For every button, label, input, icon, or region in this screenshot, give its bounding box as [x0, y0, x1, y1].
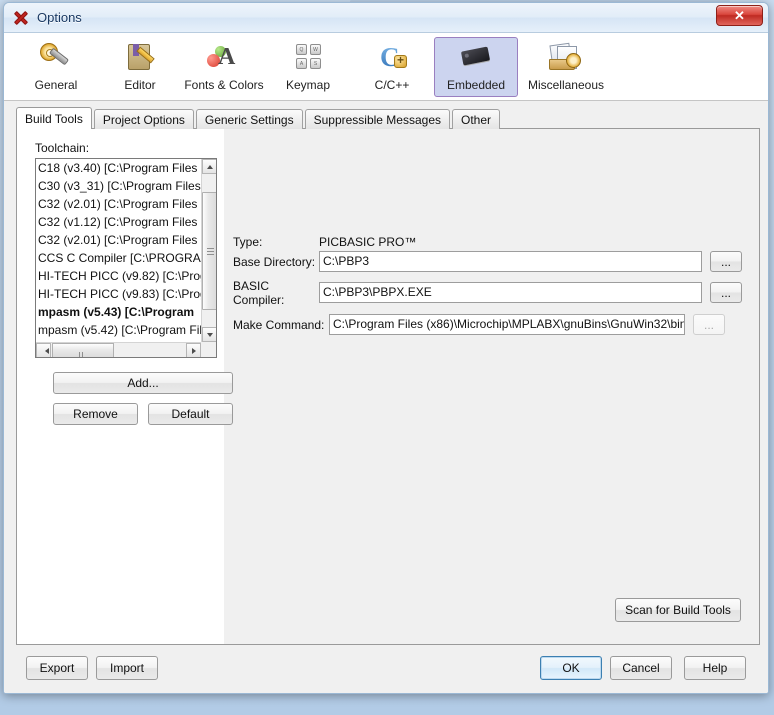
help-button[interactable]: Help	[684, 656, 746, 680]
toolbar-item-label: Keymap	[285, 78, 331, 92]
toolchain-label: Toolchain:	[35, 141, 90, 155]
type-value: PICBASIC PRO™	[319, 234, 417, 249]
toolbar-item-label: Embedded	[446, 78, 506, 92]
basic-compiler-label: BASIC Compiler:	[233, 278, 285, 307]
c-language-icon: C	[372, 42, 412, 75]
toolbar-item-label: C/C++	[374, 78, 410, 92]
remove-toolchain-button[interactable]: Remove	[53, 403, 138, 425]
ok-button[interactable]: OK	[540, 656, 602, 680]
build-tools-panel: Type: PICBASIC PRO™ Base Directory: C:\P…	[16, 128, 760, 645]
keyboard-keys-icon: QW AS	[288, 42, 328, 75]
toolbar-item-label: Fonts & Colors	[184, 78, 264, 92]
make-command-browse-button[interactable]: ...	[693, 314, 725, 335]
tab-strip-container: Build Tools Project Options Generic Sett…	[4, 101, 768, 129]
list-item[interactable]: HI-TECH PICC (v9.82) [C:\Progra	[36, 267, 201, 285]
tab-project-options[interactable]: Project Options	[93, 109, 194, 129]
basic-compiler-row: BASIC Compiler: C:\PBP3\PBPX.EXE ...	[233, 279, 742, 307]
options-dialog: Options ✕ General Editor A Fonts & Color…	[3, 2, 769, 694]
basic-compiler-input[interactable]: C:\PBP3\PBPX.EXE	[319, 282, 702, 303]
toolbar-item-editor[interactable]: Editor	[98, 37, 182, 97]
list-item[interactable]: C32 (v2.01) [C:\Program Files (x8	[36, 231, 201, 249]
make-command-label: Make Command:	[233, 317, 325, 332]
type-row: Type: PICBASIC PRO™	[233, 231, 416, 252]
scroll-down-button[interactable]	[202, 327, 216, 342]
book-pencil-icon	[120, 42, 160, 75]
list-item-selected[interactable]: PICBASIC PRO™ [C:\PBP3]	[36, 357, 201, 358]
list-horizontal-scrollbar[interactable]	[36, 342, 201, 357]
scroll-up-button[interactable]	[202, 159, 216, 174]
add-toolchain-button[interactable]: Add...	[53, 372, 233, 394]
basic-compiler-browse-button[interactable]: ...	[710, 282, 742, 303]
close-button[interactable]: ✕	[716, 5, 763, 26]
list-item[interactable]: C32 (v1.12) [C:\Program Files (x8	[36, 213, 201, 231]
window-title: Options	[37, 10, 82, 25]
red-x-icon	[13, 10, 29, 26]
toolbar-item-label: Editor	[124, 78, 156, 92]
toolchain-details-pane: Type: PICBASIC PRO™ Base Directory: C:\P…	[224, 129, 759, 644]
make-command-row: Make Command: C:\Program Files (x86)\Mic…	[233, 314, 725, 335]
toolbar-item-c-cpp[interactable]: C C/C++	[350, 37, 434, 97]
scroll-right-button[interactable]	[186, 343, 201, 357]
toolbar-item-keymap[interactable]: QW AS Keymap	[266, 37, 350, 97]
scrollbar-corner	[201, 342, 216, 357]
base-directory-browse-button[interactable]: ...	[710, 251, 742, 272]
title-bar: Options ✕	[4, 3, 768, 33]
font-palette-icon: A	[204, 42, 244, 75]
toolbar-item-fonts-colors[interactable]: A Fonts & Colors	[182, 37, 266, 97]
import-button[interactable]: Import	[96, 656, 158, 680]
base-directory-label: Base Directory:	[233, 254, 316, 269]
toolchain-pane: Toolchain: C18 (v3.40) [C:\Program Files…	[35, 141, 233, 425]
tab-generic-settings[interactable]: Generic Settings	[195, 109, 303, 129]
toolchain-list-items: C18 (v3.40) [C:\Program Files (x8 C30 (v…	[36, 159, 201, 358]
list-vertical-scrollbar[interactable]	[201, 159, 216, 342]
base-directory-row: Base Directory: C:\PBP3 ...	[233, 251, 742, 272]
dialog-footer: Export Import OK Cancel Help	[4, 645, 768, 693]
cancel-button[interactable]: Cancel	[610, 656, 672, 680]
list-item[interactable]: C18 (v3.40) [C:\Program Files (x8	[36, 159, 201, 177]
list-item[interactable]: mpasm (v5.43) [C:\Program	[36, 303, 201, 321]
make-command-input[interactable]: C:\Program Files (x86)\Microchip\MPLABX\…	[329, 314, 685, 335]
horizontal-scroll-thumb[interactable]	[52, 343, 114, 357]
list-item[interactable]: CCS C Compiler [C:\PROGRA~2\P	[36, 249, 201, 267]
tab-suppressible-messages[interactable]: Suppressible Messages	[304, 109, 450, 129]
scroll-left-button[interactable]	[36, 343, 51, 357]
vertical-scroll-thumb[interactable]	[202, 192, 216, 310]
gear-wrench-icon	[36, 42, 76, 75]
toolbar-item-miscellaneous[interactable]: Miscellaneous	[518, 37, 614, 97]
toolbar-item-embedded[interactable]: Embedded	[434, 37, 518, 97]
type-label: Type:	[233, 234, 263, 249]
default-toolchain-button[interactable]: Default	[148, 403, 233, 425]
base-directory-input[interactable]: C:\PBP3	[319, 251, 702, 272]
toolbar-item-label: Miscellaneous	[527, 78, 605, 92]
export-button[interactable]: Export	[26, 656, 88, 680]
microchip-icon	[456, 42, 496, 75]
tab-other[interactable]: Other	[452, 109, 501, 129]
category-toolbar: General Editor A Fonts & Colors QW AS Ke…	[4, 33, 768, 101]
documents-gear-icon	[546, 42, 586, 75]
tab-strip: Build Tools Project Options Generic Sett…	[16, 107, 760, 129]
list-item[interactable]: mpasm (v5.42) [C:\Program Files	[36, 321, 201, 339]
toolchain-list[interactable]: C18 (v3.40) [C:\Program Files (x8 C30 (v…	[35, 158, 217, 358]
tab-build-tools[interactable]: Build Tools	[16, 107, 92, 129]
list-item[interactable]: C32 (v2.01) [C:\Program Files (x8	[36, 195, 201, 213]
toolbar-item-general[interactable]: General	[14, 37, 98, 97]
list-item[interactable]: C30 (v3_31) [C:\Program Files (x	[36, 177, 201, 195]
scan-for-build-tools-button[interactable]: Scan for Build Tools	[615, 598, 741, 622]
toolbar-item-label: General	[34, 78, 78, 92]
list-item[interactable]: HI-TECH PICC (v9.83) [C:\Progra	[36, 285, 201, 303]
